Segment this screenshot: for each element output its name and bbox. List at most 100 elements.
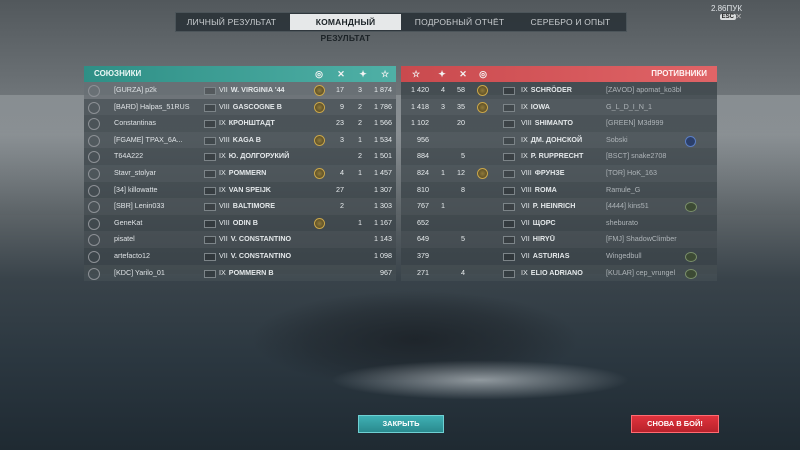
ship-name-text: SCHRÖDER xyxy=(530,85,572,94)
ship-name-text: KAGA B xyxy=(232,134,261,144)
rank-badge-icon xyxy=(88,267,100,280)
enemies-panel: ☆ ✦ ✕ ◎ ПРОТИВНИКИ 1 420 4 58 IX SCHRÖDER [ZA… xyxy=(401,66,717,282)
frags-value: 4 xyxy=(461,267,465,277)
table-row[interactable]: T64A222 IX Ю. ДОЛГОРУКИЙ 2 1 501 xyxy=(84,148,396,165)
ship-class-icon xyxy=(204,87,216,95)
ship-class-icon xyxy=(503,252,515,261)
ship-class-icon xyxy=(204,103,216,112)
rank-badge-icon xyxy=(88,167,100,180)
player-name: [4444] kins51 xyxy=(606,201,649,211)
tab-detailed-report[interactable]: ПОДРОБНЫЙ ОТЧЁТ xyxy=(404,13,515,31)
frags-value: 8 xyxy=(461,184,465,194)
table-row[interactable]: 1 102 20 VIII SHIMANTO [GREEN] M3d999 xyxy=(401,115,717,132)
frags-value: 58 xyxy=(457,85,465,94)
ship-name: VIII KAGA B xyxy=(219,132,261,149)
table-row[interactable]: 379 VII ASTURIAS Wingedbull xyxy=(401,248,717,265)
table-row[interactable]: 956 IX ДМ. ДОНСКОЙ Sobski xyxy=(401,131,717,149)
player-name: [TOR] HoK_163 xyxy=(606,167,658,177)
rank-badge-icon xyxy=(88,234,100,247)
background-wake xyxy=(330,360,630,400)
score-column-icon: ☆ xyxy=(380,69,390,79)
table-row[interactable]: [SBR] Lenin033 VIII BALTIMORE 2 1 303 xyxy=(84,198,396,215)
ship-name-text: ФРУНЗЕ xyxy=(534,167,565,177)
score-column-icon: ☆ xyxy=(411,69,421,79)
player-name: [FMJ] ShadowClimber xyxy=(606,234,677,244)
score-value: 967 xyxy=(380,267,392,277)
table-row[interactable]: [KDC] Yarilo_01 IX POMMERN B 967 xyxy=(84,264,396,282)
table-row[interactable]: 824 1 12 VIII ФРУНЗЕ [TOR] HoK_163 xyxy=(401,164,717,182)
score-value: 649 xyxy=(417,234,429,244)
score-value: 1 307 xyxy=(374,184,392,194)
ship-tier: IX xyxy=(219,184,226,194)
ship-name: VII ЩОРС xyxy=(521,215,556,232)
frags-value: 5 xyxy=(461,234,465,244)
ship-class-icon xyxy=(503,203,515,212)
ship-name-text: ДМ. ДОНСКОЙ xyxy=(530,134,583,144)
table-row[interactable]: pisatel VII V. CONSTANTINO 1 143 xyxy=(84,231,396,248)
table-row[interactable]: [GURZA] p2k VII W. VIRGINIA '44 17 3 1 874 xyxy=(84,82,396,99)
frags-value: 27 xyxy=(336,184,344,194)
table-row[interactable]: GeneKat VIII ODIN B 1 1 167 xyxy=(84,215,396,232)
player-name: [SBR] Lenin033 xyxy=(114,201,165,211)
ship-name-text: ЩОРС xyxy=(532,217,556,227)
ship-name: IX VAN SPEIJK xyxy=(219,182,271,199)
player-name: [FGAME] ТРАХ_6А... xyxy=(114,134,183,144)
medal-icon xyxy=(314,167,325,179)
rank-badge-icon xyxy=(88,101,100,114)
rank-badge-icon xyxy=(685,202,697,213)
ship-name-text: ROMA xyxy=(534,184,557,194)
ship-class-icon xyxy=(503,186,515,195)
ship-name-text: BALTIMORE xyxy=(232,201,275,211)
tab-team-result[interactable]: КОМАНДНЫЙ РЕЗУЛЬТАТ xyxy=(290,14,401,43)
tab-personal-result[interactable]: ЛИЧНЫЙ РЕЗУЛЬТАТ xyxy=(176,13,287,31)
table-row[interactable]: Constantinas IX КРОНШТАДТ 23 2 1 566 xyxy=(84,115,396,132)
player-name: [GURZA] p2k xyxy=(114,85,157,94)
frags-value: 9 xyxy=(340,101,344,111)
frags-value: 20 xyxy=(457,118,465,128)
table-row[interactable]: 884 5 IX P. RUPPRECHT [BSCT] snake2708 xyxy=(401,148,717,165)
frags-value: 23 xyxy=(336,118,344,128)
ship-tier: VIII xyxy=(219,201,230,211)
table-row[interactable]: 652 VII ЩОРС sheburato xyxy=(401,215,717,232)
table-row[interactable]: Stavr_stolyar IX POMMERN 4 1 1 457 xyxy=(84,164,396,182)
table-row[interactable]: 767 1 VII P. HEINRICH [4444] kins51 xyxy=(401,198,717,215)
table-row[interactable]: 649 5 VII HIRYŪ [FMJ] ShadowClimber xyxy=(401,231,717,248)
table-row[interactable]: artefacto12 VII V. CONSTANTINO 1 098 xyxy=(84,248,396,265)
kills-column-icon: ✦ xyxy=(438,69,446,79)
rank-badge-icon xyxy=(88,151,100,164)
frags-value: 17 xyxy=(336,85,344,94)
esc-key-hint[interactable]: ESC xyxy=(719,14,736,20)
ship-name: VIII SHIMANTO xyxy=(521,115,573,132)
ship-name: IX P. RUPPRECHT xyxy=(521,148,583,165)
battle-again-button[interactable]: СНОВА В БОЙ! xyxy=(631,415,719,433)
player-name: [BSCT] snake2708 xyxy=(606,151,667,161)
ship-tier: VIII xyxy=(521,167,532,177)
table-row[interactable]: [BARD] Halpas_51RUS VIII GASCOGNE B 9 2 1 786 xyxy=(84,98,396,116)
ship-name-text: V. CONSTANTINO xyxy=(230,234,292,244)
ship-tier: IX xyxy=(219,167,226,177)
player-name: Sobski xyxy=(606,134,628,144)
ship-tier: VII xyxy=(521,201,530,211)
table-row[interactable]: [34] killowatte IX VAN SPEIJK 27 1 307 xyxy=(84,182,396,199)
table-row[interactable]: 810 8 VIII ROMA Ramule_G xyxy=(401,182,717,199)
table-row[interactable]: [FGAME] ТРАХ_6А... VIII KAGA B 3 1 1 534 xyxy=(84,131,396,149)
score-value: 652 xyxy=(417,217,429,227)
rank-badge-icon xyxy=(88,217,100,230)
close-button[interactable]: ЗАКРЫТЬ xyxy=(358,415,444,433)
ship-class-icon xyxy=(503,269,515,278)
table-row[interactable]: 271 4 IX ELIO ADRIANO [KULAR] cep_vrungel xyxy=(401,264,717,282)
medal-column-icon: ◎ xyxy=(315,69,323,79)
table-row[interactable]: 1 420 4 58 IX SCHRÖDER [ZAVOD] apomat_ko3bl xyxy=(401,82,717,99)
ship-tier: VII xyxy=(219,250,228,260)
tab-credits-xp[interactable]: СЕРЕБРО И ОПЫТ xyxy=(515,13,626,31)
allies-panel: СОЮЗНИКИ ◎ ✕ ✦ ☆ [GURZA] p2k VII W. VIRGIN… xyxy=(84,66,396,282)
ship-name: VII V. CONSTANTINO xyxy=(219,248,291,265)
frags-value: 4 xyxy=(340,167,344,177)
close-icon[interactable]: ✕ xyxy=(735,12,742,21)
ship-name: VIII ODIN B xyxy=(219,215,258,232)
frags-value: 3 xyxy=(340,134,344,144)
ship-tier: VIII xyxy=(521,118,532,128)
ship-name-text: ELIO ADRIANO xyxy=(530,267,583,277)
ship-tier: IX xyxy=(521,134,528,144)
table-row[interactable]: 1 418 3 35 IX IOWA G_L_D_I_N_1 xyxy=(401,98,717,116)
